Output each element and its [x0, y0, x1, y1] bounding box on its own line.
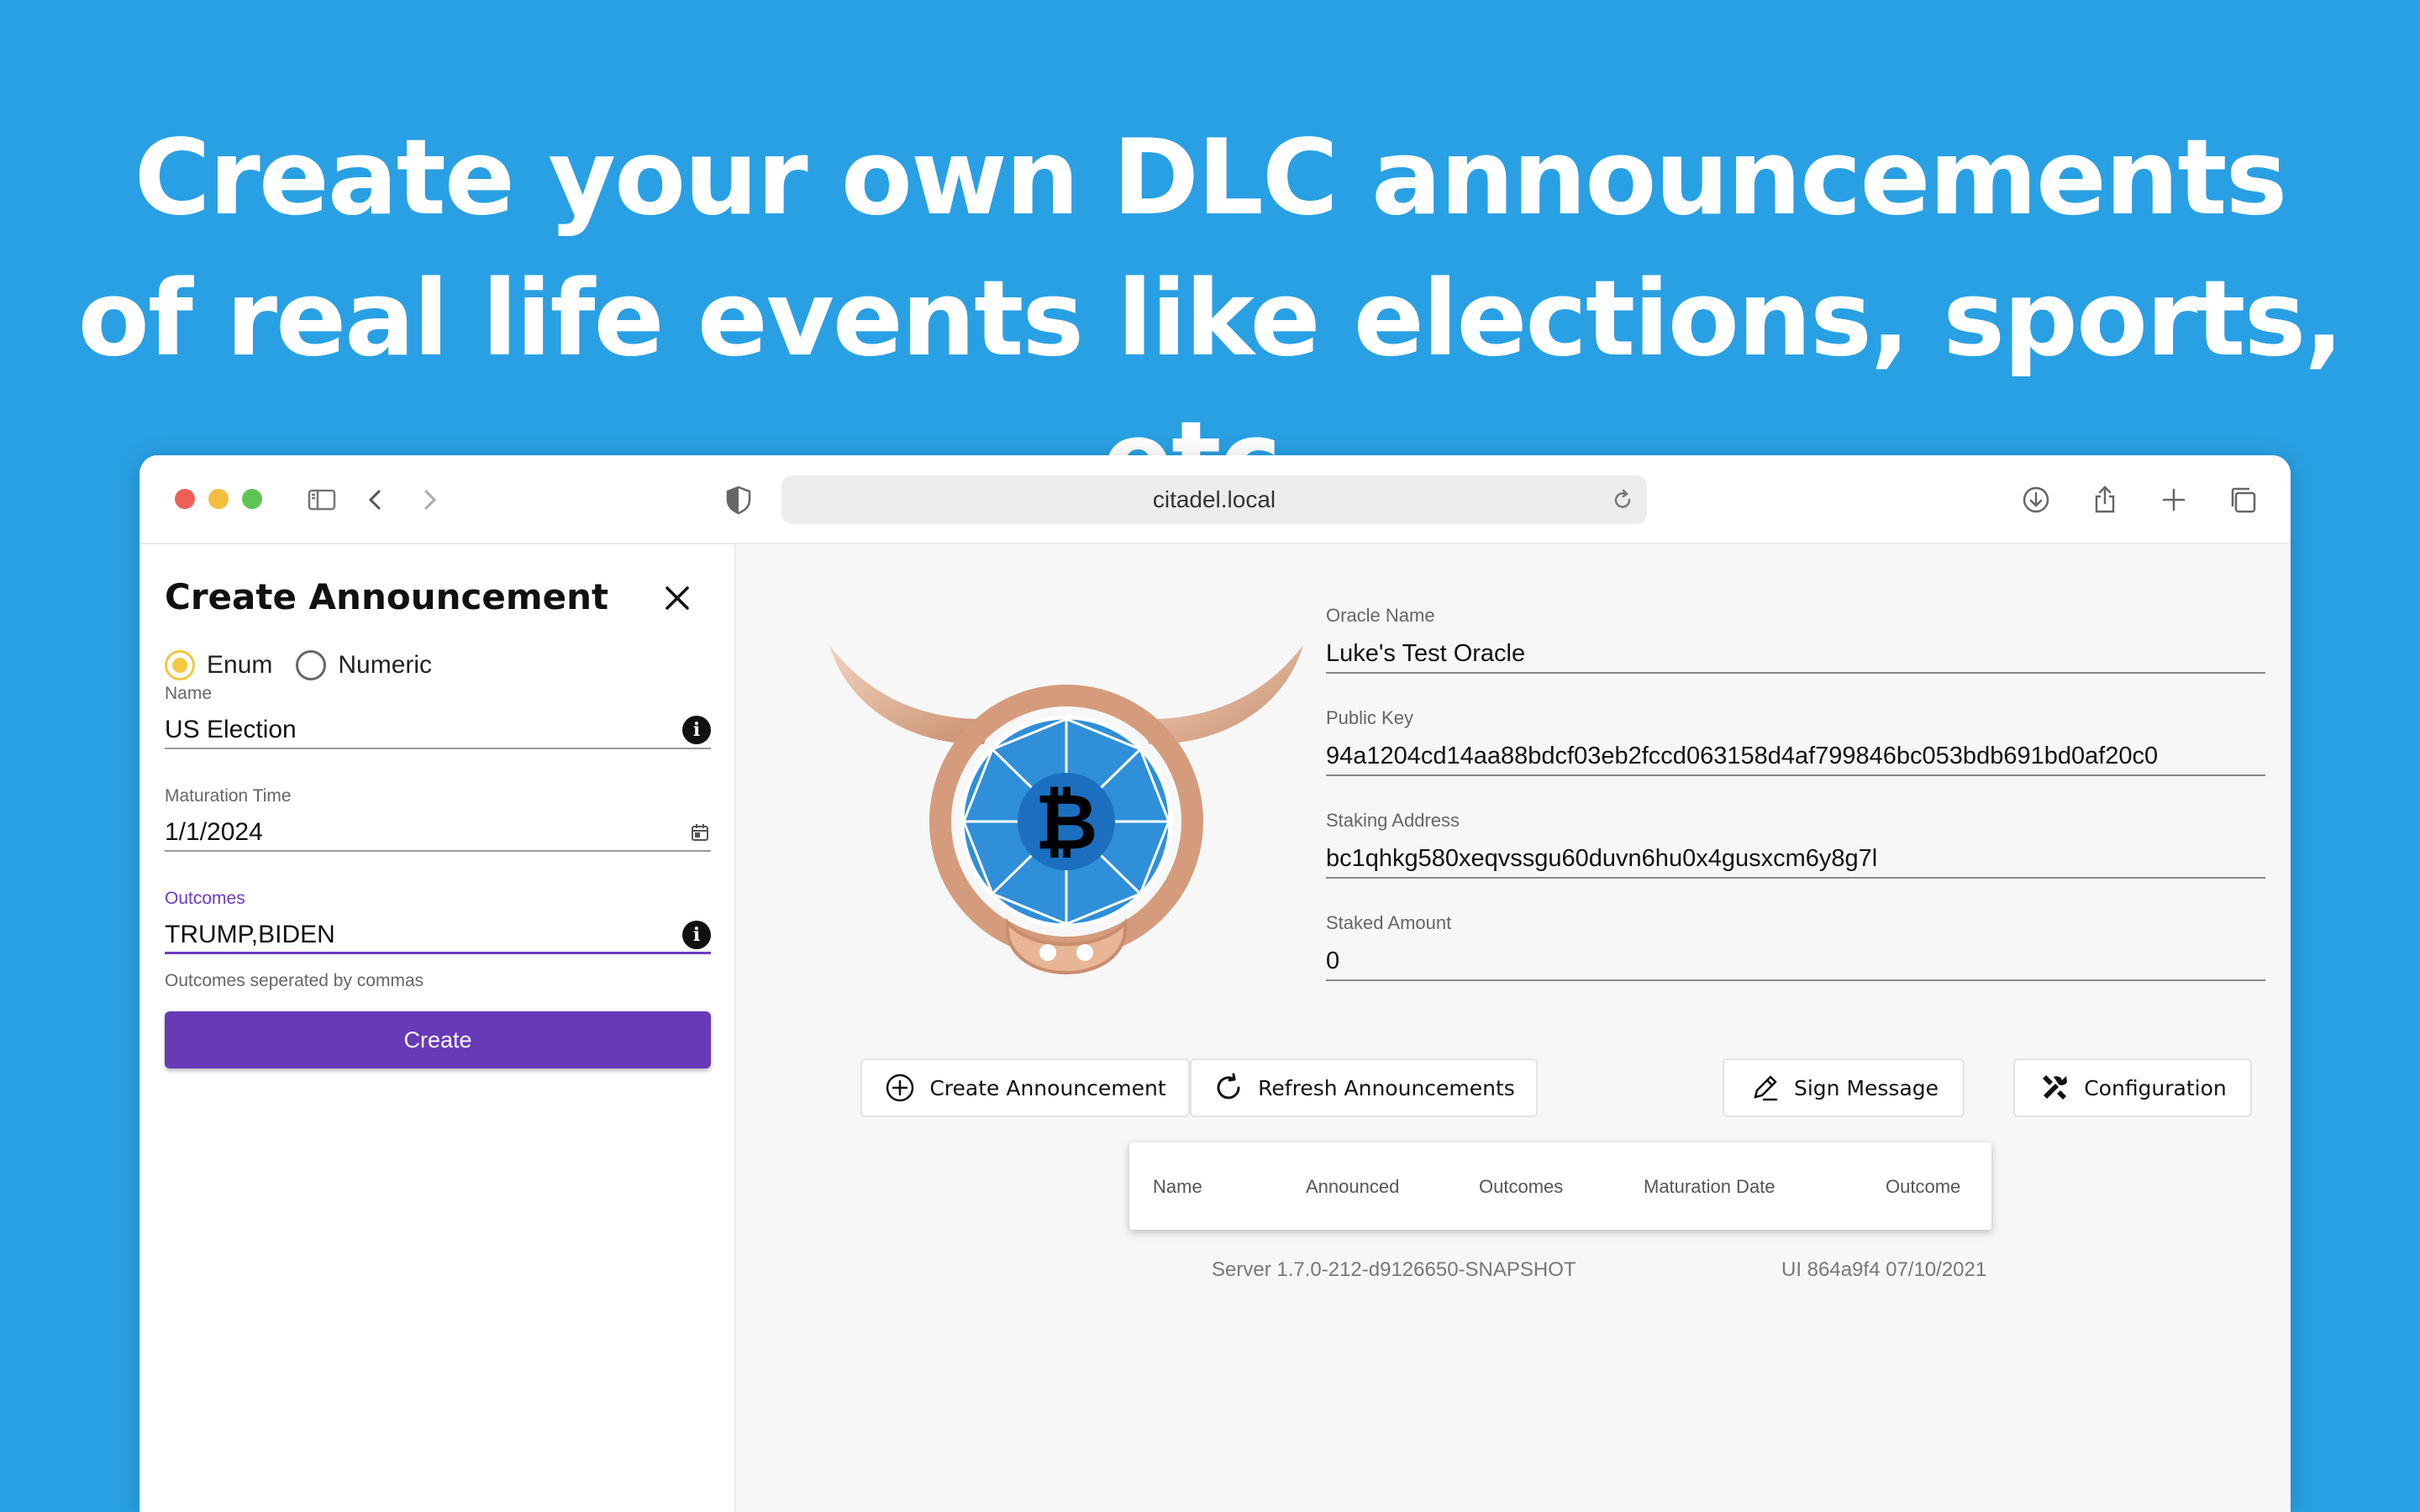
forward-icon[interactable]: [408, 479, 450, 521]
address-bar[interactable]: citadel.local: [781, 475, 1647, 524]
table-header-name[interactable]: Name: [1153, 1176, 1202, 1198]
staking-address-label: Staking Address: [1326, 810, 1460, 831]
staked-amount-label: Staked Amount: [1326, 912, 1452, 933]
create-announcement-button[interactable]: Create Announcement: [860, 1058, 1190, 1117]
panel-title: Create Announcement: [165, 576, 609, 617]
browser-toolbar: citadel.local: [139, 455, 2291, 544]
minimize-window-button[interactable]: [208, 489, 229, 509]
enum-radio[interactable]: [165, 650, 195, 680]
oracle-name-value[interactable]: Luke's Test Oracle: [1326, 635, 2265, 674]
configuration-button[interactable]: Configuration: [2013, 1058, 2252, 1117]
outcomes-input[interactable]: TRUMP,BIDEN: [165, 921, 335, 949]
numeric-radio-label: Numeric: [338, 651, 433, 679]
add-circle-icon: [886, 1074, 914, 1102]
numeric-radio[interactable]: [296, 650, 327, 680]
sign-message-button[interactable]: Sign Message: [1723, 1058, 1965, 1117]
name-field[interactable]: Name US Election i: [165, 684, 711, 749]
info-icon[interactable]: i: [682, 716, 711, 744]
table-header-maturation-date[interactable]: Maturation Date: [1644, 1176, 1776, 1198]
enum-radio-label: Enum: [207, 651, 273, 679]
sidebar-toggle-icon[interactable]: [301, 479, 343, 521]
public-key-value[interactable]: 94a1204cd14aa88bdcf03eb2fccd063158d4af79…: [1326, 738, 2265, 776]
downloads-icon[interactable]: [2015, 479, 2057, 521]
create-announcement-label: Create Announcement: [929, 1075, 1166, 1100]
oracle-name-label: Oracle Name: [1326, 605, 1435, 626]
public-key-field: Public Key 94a1204cd14aa88bdcf03eb2fccd0…: [1326, 707, 2265, 776]
staking-address-value[interactable]: bc1qhkg580xeqvssgu60duvn6hu0x4gusxcm6y8g…: [1326, 840, 2265, 879]
maturation-label: Maturation Time: [165, 786, 292, 806]
reload-icon[interactable]: [1610, 487, 1635, 512]
outcomes-helper-text: Outcomes seperated by commas: [165, 971, 424, 990]
share-icon[interactable]: [2084, 479, 2126, 521]
close-window-button[interactable]: [175, 489, 195, 509]
announcements-table: Name Announced Outcomes Maturation Date …: [1129, 1142, 1991, 1230]
staked-amount-field: Staked Amount 0: [1326, 912, 2265, 981]
url-text: citadel.local: [1152, 486, 1276, 512]
name-label: Name: [165, 684, 213, 703]
table-header-outcomes[interactable]: Outcomes: [1479, 1176, 1563, 1198]
public-key-label: Public Key: [1326, 707, 1413, 728]
table-header-announced[interactable]: Announced: [1306, 1176, 1399, 1198]
server-version: Server 1.7.0-212-d9126650-SNAPSHOT: [1212, 1258, 1576, 1281]
sign-message-label: Sign Message: [1793, 1075, 1939, 1100]
oracle-bull-bitcoin-logo: ₿: [829, 645, 1303, 974]
announcement-type-group: Enum Numeric: [165, 650, 432, 680]
ui-version: UI 864a9f4 07/10/2021: [1781, 1258, 1987, 1281]
maximize-window-button[interactable]: [242, 489, 262, 509]
info-icon[interactable]: i: [682, 920, 711, 949]
staked-amount-value[interactable]: 0: [1326, 942, 2265, 981]
oracle-name-field: Oracle Name Luke's Test Oracle: [1326, 605, 2265, 674]
tools-icon: [2043, 1075, 2068, 1100]
browser-window: citadel.local Create Announcement Enum N: [139, 455, 2291, 1512]
maturation-time-field[interactable]: Maturation Time 1/1/2024: [165, 786, 711, 852]
oracle-main-area: ₿ Oracle Name Luke's Test Oracle Public …: [736, 544, 2291, 1512]
name-input[interactable]: US Election: [165, 716, 297, 744]
outcomes-label: Outcomes: [165, 889, 245, 908]
headline-line-1: Create your own DLC announcements: [134, 118, 2288, 239]
pen-icon: [1754, 1075, 1778, 1101]
close-icon[interactable]: [660, 581, 694, 615]
create-announcement-panel: Create Announcement Enum Numeric Name US…: [139, 544, 736, 1512]
new-tab-icon[interactable]: [2153, 479, 2195, 521]
maturation-input[interactable]: 1/1/2024: [165, 818, 263, 847]
privacy-shield-icon[interactable]: [718, 479, 760, 521]
tab-overview-icon[interactable]: [2222, 479, 2264, 521]
svg-text:₿: ₿: [1035, 777, 1098, 867]
staking-address-field: Staking Address bc1qhkg580xeqvssgu60duvn…: [1326, 810, 2265, 879]
refresh-announcements-label: Refresh Announcements: [1258, 1075, 1515, 1100]
refresh-icon: [1217, 1073, 1240, 1100]
create-button[interactable]: Create: [165, 1011, 711, 1068]
calendar-icon[interactable]: [689, 822, 711, 843]
outcomes-field[interactable]: Outcomes TRUMP,BIDEN i: [165, 889, 711, 954]
table-header-outcome[interactable]: Outcome: [1886, 1176, 1960, 1198]
back-icon[interactable]: [355, 479, 397, 521]
configuration-label: Configuration: [2084, 1075, 2227, 1100]
refresh-announcements-button[interactable]: Refresh Announcements: [1190, 1058, 1538, 1117]
